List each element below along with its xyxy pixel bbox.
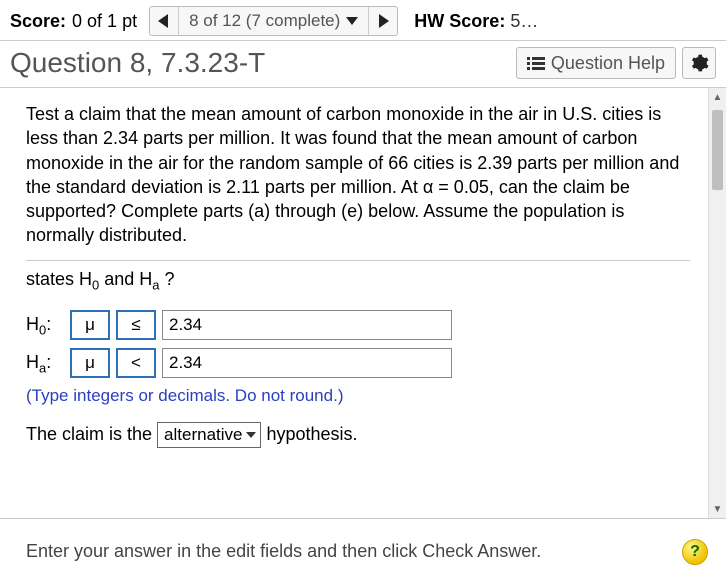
footer-instruction: Enter your answer in the edit fields and… <box>26 541 541 562</box>
sub-prompt: states H0 and Ha ? <box>26 269 690 293</box>
score-value: 0 of 1 pt <box>72 11 137 32</box>
hw-score-label: HW Score: <box>414 11 505 31</box>
input-hint: (Type integers or decimals. Do not round… <box>26 386 690 406</box>
question-nav-dropdown[interactable]: 8 of 12 (7 complete) <box>178 7 369 35</box>
hw-score: HW Score: 5… <box>414 11 538 32</box>
ha-relation-select[interactable]: < <box>116 348 156 378</box>
ha-label: Ha: <box>26 352 64 376</box>
prev-question-button[interactable] <box>150 7 178 35</box>
content-area: Test a claim that the mean amount of car… <box>0 88 726 518</box>
help-badge-button[interactable]: ? <box>682 539 708 565</box>
h0-label: H0: <box>26 314 64 338</box>
claim-post: hypothesis. <box>261 424 357 444</box>
h0-row: H0: μ ≤ <box>26 310 690 340</box>
h0-value-input[interactable] <box>162 310 452 340</box>
question-content: Test a claim that the mean amount of car… <box>0 88 708 518</box>
divider <box>26 260 690 261</box>
question-help-label: Question Help <box>551 53 665 74</box>
footer: Enter your answer in the edit fields and… <box>0 518 726 572</box>
question-nav: 8 of 12 (7 complete) <box>149 6 398 36</box>
gear-icon <box>689 53 709 73</box>
nav-position-text: 8 of 12 (7 complete) <box>189 11 340 31</box>
question-title: Question 8, 7.3.23-T <box>10 47 516 79</box>
hw-score-value: 5… <box>510 11 538 32</box>
list-icon <box>527 56 545 70</box>
scroll-thumb[interactable] <box>712 110 723 190</box>
ha-row: Ha: μ < <box>26 348 690 378</box>
question-help-button[interactable]: Question Help <box>516 47 676 79</box>
chevron-down-icon <box>346 17 358 25</box>
top-bar: Score: 0 of 1 pt 8 of 12 (7 complete) HW… <box>0 0 726 41</box>
claim-hypothesis-select[interactable]: alternative <box>157 422 261 448</box>
claim-row: The claim is the alternative hypothesis. <box>26 422 690 448</box>
scroll-up-button[interactable]: ▲ <box>709 88 726 106</box>
next-question-button[interactable] <box>369 7 397 35</box>
problem-statement: Test a claim that the mean amount of car… <box>26 102 690 248</box>
h0-parameter-select[interactable]: μ <box>70 310 110 340</box>
scroll-track[interactable] <box>709 106 726 500</box>
scroll-down-button[interactable]: ▼ <box>709 500 726 518</box>
settings-button[interactable] <box>682 47 716 79</box>
chevron-down-icon <box>246 432 256 438</box>
score-label: Score: <box>10 11 66 32</box>
vertical-scrollbar[interactable]: ▲ ▼ <box>708 88 726 518</box>
ha-parameter-select[interactable]: μ <box>70 348 110 378</box>
claim-pre: The claim is the <box>26 424 157 444</box>
ha-value-input[interactable] <box>162 348 452 378</box>
h0-relation-select[interactable]: ≤ <box>116 310 156 340</box>
title-bar: Question 8, 7.3.23-T Question Help <box>0 41 726 88</box>
